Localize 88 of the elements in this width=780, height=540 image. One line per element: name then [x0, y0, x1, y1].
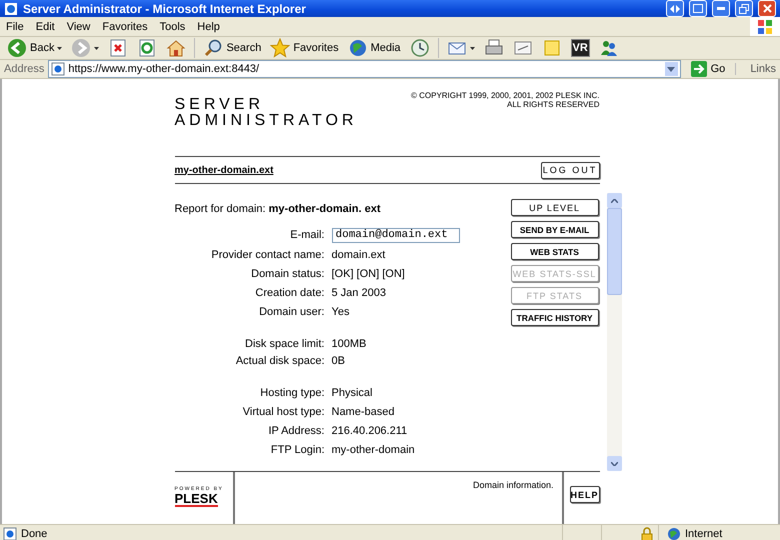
window-title: Server Administrator - Microsoft Internet Explorer: [23, 2, 307, 16]
window-icon: [693, 4, 703, 13]
field-value: 5 Jan 2003: [332, 286, 387, 298]
maximize-button[interactable]: [735, 0, 753, 17]
scroll-down-icon: [610, 462, 618, 466]
star-icon: [270, 38, 290, 58]
minimize-icon: [717, 7, 725, 10]
menu-item[interactable]: Edit: [30, 20, 61, 32]
logo-text: SERVER: [174, 97, 266, 113]
page-icon: [51, 62, 66, 76]
globe-icon: [348, 38, 368, 58]
note-icon: [542, 38, 562, 58]
field-label: FTP Login:: [270, 444, 324, 456]
field-value: Yes: [332, 306, 350, 318]
field-label: Actual disk space:: [234, 354, 324, 366]
refresh-icon: [137, 38, 158, 58]
copyright-text: ALL RIGHTS RESERVED: [506, 100, 600, 109]
menu-item[interactable]: Tools: [154, 20, 192, 32]
field-label: Virtual host type:: [242, 406, 324, 418]
back-icon: [7, 38, 27, 58]
field-label: Disk space limit:: [244, 338, 324, 350]
forward-icon: [71, 38, 92, 58]
field-value: Physical: [332, 386, 374, 398]
field-label: IP Address:: [267, 424, 324, 436]
restore-icon: [739, 4, 749, 14]
search-button[interactable]: Search: [200, 37, 264, 59]
dropdown-icon: [94, 46, 100, 50]
arrows-icon: [670, 4, 680, 12]
field-value: Name-based: [332, 406, 396, 418]
scrollbar[interactable]: [606, 193, 622, 471]
field-value: 0B: [332, 354, 346, 366]
address-field[interactable]: https://www.my-other-domain.ext:8443/: [48, 60, 681, 78]
logo-text: ADMINISTRATOR: [174, 113, 358, 129]
help-button[interactable]: HELP: [570, 486, 600, 503]
arrow-icon: [690, 61, 707, 77]
action-button[interactable]: SEND BY E-MAIL: [510, 221, 599, 238]
action-button[interactable]: TRAFFIC HISTORY: [510, 309, 599, 326]
globe-icon: [667, 527, 681, 540]
people-icon: [598, 38, 619, 58]
search-icon: [203, 38, 224, 58]
field-value: 216.40.206.211: [332, 424, 408, 436]
field-label: Domain user:: [258, 306, 324, 318]
action-button[interactable]: WEB STATS: [510, 243, 599, 260]
window-switch-button[interactable]: [666, 0, 684, 17]
back-button[interactable]: Back: [4, 37, 66, 59]
clock-icon: [410, 38, 430, 58]
home-icon: [166, 38, 186, 58]
lock-icon: [640, 527, 654, 540]
go-button[interactable]: Go: [684, 60, 732, 78]
links-button[interactable]: Links: [735, 63, 776, 75]
dropdown-icon: [470, 46, 475, 50]
copyright-text: © COPYRIGHT 1999, 2000, 2001, 2002 PLESK INC.: [410, 91, 600, 100]
address-label: Address: [4, 63, 44, 75]
page-icon: [3, 527, 17, 540]
close-icon: [762, 4, 772, 13]
action-button[interactable]: UP LEVEL: [510, 199, 599, 216]
dropdown-icon: [57, 46, 62, 50]
field-value: 100MB: [332, 338, 368, 350]
browser-icon: [4, 2, 18, 16]
menu-item[interactable]: Favorites: [96, 20, 154, 32]
media-button[interactable]: Media: [344, 37, 404, 59]
field-value: domain.ext: [332, 248, 386, 260]
scroll-up-icon: [610, 198, 618, 202]
page-description: Domain information.: [472, 480, 554, 490]
field-label: Provider contact name:: [210, 248, 324, 260]
field-value: [OK] [ON] [ON]: [332, 268, 406, 280]
menu-item[interactable]: Help: [191, 20, 226, 32]
menu-item[interactable]: View: [60, 20, 96, 32]
field-label: Domain status:: [250, 268, 324, 280]
window-restore-button[interactable]: [689, 0, 707, 17]
field-value: my-other-domain: [332, 444, 416, 456]
field-label: Creation date:: [254, 286, 324, 298]
field-label: Hosting type:: [259, 386, 324, 398]
email-field[interactable]: domain@domain.ext: [332, 228, 460, 242]
status-text: Done: [21, 528, 48, 540]
menu-item[interactable]: File: [0, 20, 30, 32]
field-label: E-mail:: [289, 229, 324, 241]
report-heading: Report for domain: my-other-domain. ext: [174, 203, 382, 215]
favorites-button[interactable]: Favorites: [267, 37, 342, 59]
plesk-logo: PLESK: [174, 492, 218, 507]
dropdown-icon: [667, 66, 676, 72]
close-button[interactable]: [758, 0, 776, 17]
domain-link[interactable]: my-other-domain.ext: [174, 164, 274, 176]
minimize-button[interactable]: [712, 0, 730, 17]
windows-logo-icon: [757, 18, 773, 34]
logout-button[interactable]: LOG OUT: [540, 162, 600, 178]
zone-text: Internet: [685, 528, 722, 540]
stop-icon: [108, 38, 128, 58]
